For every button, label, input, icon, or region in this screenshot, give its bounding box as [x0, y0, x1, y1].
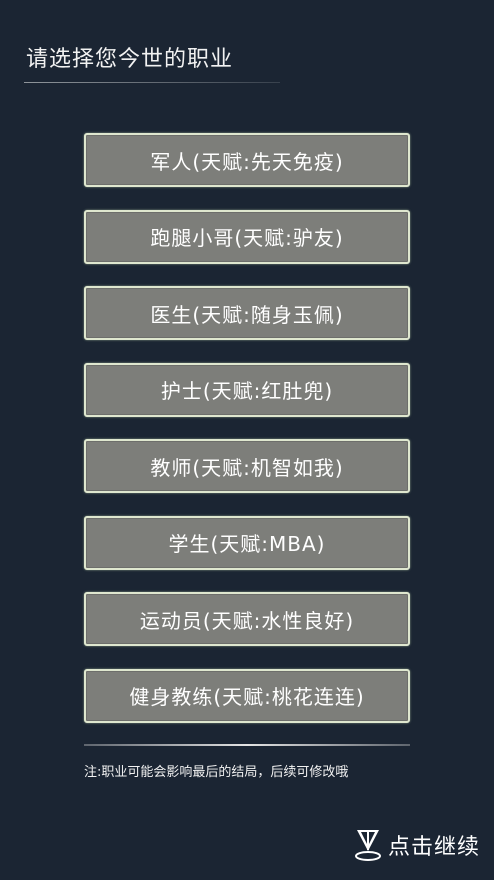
option-label: 军人(天赋:先天免疫) — [150, 149, 344, 174]
occupation-option-soldier[interactable]: 军人(天赋:先天免疫) — [84, 133, 410, 187]
occupation-option-student[interactable]: 学生(天赋:MBA) — [84, 515, 410, 570]
option-label: 医生(天赋:随身玉佩) — [150, 302, 344, 327]
title-underline — [24, 82, 280, 83]
option-label: 护士(天赋:红肚兜) — [160, 379, 334, 403]
option-label: 学生(天赋:MBA) — [168, 532, 326, 556]
occupation-option-courier[interactable]: 跑腿小哥(天赋:驴友) — [84, 209, 410, 264]
pointer-arrow-icon — [354, 830, 381, 861]
occupation-option-nurse[interactable]: 护士(天赋:红肚兜) — [84, 362, 410, 417]
occupation-list: 军人(天赋:先天免疫) 跑腿小哥(天赋:驴友) 医生(天赋:随身玉佩) 护士(天… — [84, 133, 410, 745]
continue-button[interactable]: 点击继续 — [352, 825, 480, 865]
occupation-note: 注:职业可能会影响最后的结局，后续可修改哦 — [84, 765, 349, 780]
option-label: 跑腿小哥(天赋:驴友) — [150, 226, 344, 250]
occupation-option-doctor[interactable]: 医生(天赋:随身玉佩) — [84, 286, 410, 340]
title-section: 请选择您今世的职业 — [24, 38, 280, 83]
option-label: 运动员(天赋:水性良好) — [139, 608, 355, 633]
continue-label: 点击继续 — [387, 835, 480, 860]
occupation-option-fitness-coach[interactable]: 健身教练(天赋:桃花连连) — [84, 668, 410, 723]
page-title: 请选择您今世的职业 — [26, 47, 234, 72]
note-divider — [84, 744, 410, 746]
occupation-option-teacher[interactable]: 教师(天赋:机智如我) — [84, 439, 410, 493]
option-label: 教师(天赋:机智如我) — [150, 455, 344, 480]
option-label: 健身教练(天赋:桃花连连) — [129, 685, 365, 709]
occupation-option-athlete[interactable]: 运动员(天赋:水性良好) — [84, 592, 410, 646]
